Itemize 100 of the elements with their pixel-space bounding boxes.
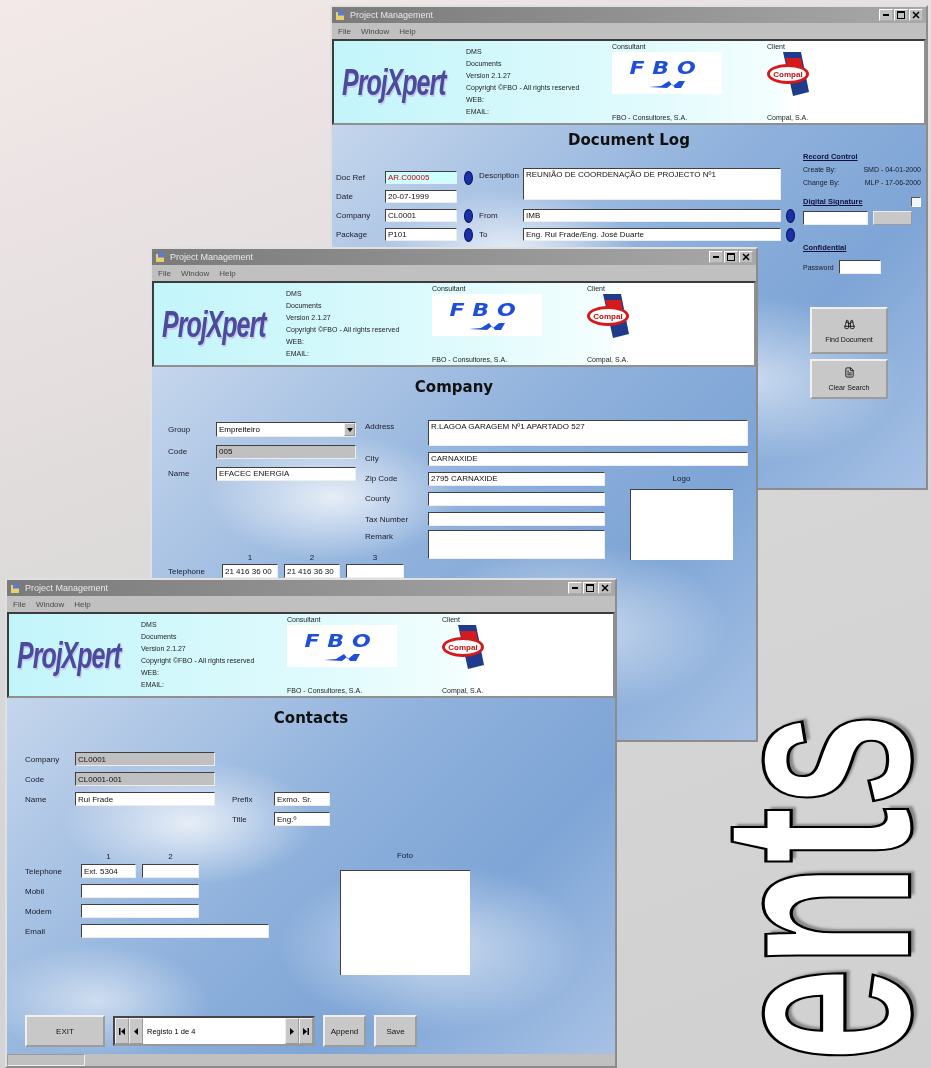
field-label: Date [336,192,353,201]
field-label: Email [25,926,45,936]
dropdown-field[interactable]: Empreiteiro [216,422,356,437]
lookup-button[interactable] [463,227,473,242]
window-title: Project Management [350,10,434,20]
password-field[interactable] [838,260,881,274]
maximize-icon [727,253,735,261]
input-field[interactable]: 21 416 36 30 [284,564,340,578]
input-field[interactable]: P101 [385,228,457,241]
exit-button[interactable]: EXIT [25,1015,105,1047]
lookup-button[interactable] [463,170,473,185]
app-icon [10,582,21,594]
field-label: Mobil [25,886,45,896]
menu-item[interactable]: File [338,26,351,36]
input-field[interactable]: IMB [523,209,781,222]
logo-badge: Compal [587,306,629,326]
close-icon [601,584,609,592]
caret-icon [346,427,353,432]
lookup-button[interactable] [463,208,473,223]
input-field[interactable] [428,512,605,526]
menu-item[interactable]: File [158,268,171,278]
minimize-button[interactable] [709,251,723,263]
menu-item[interactable]: Window [360,26,390,36]
field-label: Company [25,754,60,764]
previous-record-button[interactable] [129,1018,143,1044]
field-label: Foto [397,851,413,860]
close-icon [742,253,750,261]
input-field[interactable]: 20-07-1999 [385,190,457,203]
field-label: Code [168,447,188,456]
column-header: 1 [247,552,253,562]
app-logo: ProjXpert [162,302,266,346]
lookup-button[interactable] [785,227,795,242]
app-icon [335,9,346,21]
next-record-button[interactable] [285,1018,299,1044]
field-label: Address [365,422,395,431]
input-field[interactable] [81,904,199,918]
logo-badge: Compal [767,64,809,84]
field-label: Tax Number [365,514,409,524]
input-field[interactable]: AR.C00005 [385,171,457,184]
action-button[interactable]: Append [323,1015,366,1047]
input-field[interactable]: 2795 CARNAXIDE [428,471,605,486]
input-field[interactable]: Rui Frade [75,792,215,806]
field-label: Description [479,171,519,180]
input-field[interactable] [81,884,199,898]
field-label: Modem [25,906,52,916]
close-button[interactable] [909,9,923,21]
menu-item[interactable]: Window [35,599,65,609]
menu-item[interactable]: File [13,599,26,609]
input-field[interactable]: EFACEC ENERGIA [216,466,356,481]
input-field[interactable] [81,924,269,938]
minimize-icon [883,14,889,16]
action-button[interactable]: Save [374,1015,417,1047]
lookup-button[interactable] [785,208,795,223]
maximize-button[interactable] [894,9,908,21]
field-label: Logo [672,474,691,483]
field-label: Package [336,230,368,239]
input-field[interactable] [142,864,199,878]
input-field[interactable]: Exmo. Sr. [274,792,330,806]
input-field[interactable]: CARNAXIDE [428,451,748,466]
minimize-button[interactable] [879,9,893,21]
maximize-icon [897,11,905,19]
menu-item[interactable]: Help [219,268,236,278]
column-header: 1 [106,851,111,861]
last-icon [303,1027,309,1035]
first-record-button[interactable] [115,1018,129,1044]
window-title: Project Management [170,252,254,262]
close-button[interactable] [739,251,753,263]
input-field[interactable]: Eng.º [274,812,330,826]
close-button[interactable] [598,582,612,594]
close-icon [912,11,920,19]
input-field[interactable] [428,491,605,506]
binoculars-icon [843,318,855,330]
input-field[interactable]: Ext. 5304 [81,864,136,878]
input-field[interactable]: CL0001 [385,209,457,222]
text-area[interactable]: REUNIÃO DE COORDENAÇÃO DE PROJECTO Nº1 [523,168,781,200]
minimize-button[interactable] [568,582,582,594]
form-title: Document Log [567,130,691,150]
minimize-icon [713,256,719,258]
window-title: Project Management [25,583,109,593]
text-area[interactable]: R.LAGOA GARAGEM Nº1 APARTADO 527 [428,420,748,446]
menu-item[interactable]: Window [180,268,210,278]
app-icon [155,251,166,263]
field-label: Remark [365,532,393,541]
logo-badge: Compal [442,637,484,657]
maximize-button[interactable] [583,582,597,594]
text-area[interactable] [428,530,605,559]
column-header: 2 [168,851,173,861]
field-label: Zip Code [365,474,398,483]
field-label: Prefix [232,794,253,804]
input-field[interactable] [803,211,868,225]
first-icon [119,1027,125,1035]
input-field[interactable]: 21 416 36 00 [222,564,278,578]
maximize-button[interactable] [724,251,738,263]
menu-item[interactable]: Help [399,26,416,36]
last-record-button[interactable] [299,1018,313,1044]
field-label: Doc Ref [336,173,365,182]
checkbox[interactable] [911,196,921,207]
menu-item[interactable]: Help [74,599,91,609]
input-field[interactable]: Eng. Rui Frade/Eng. José Duarte [523,228,781,241]
input-field[interactable] [346,564,404,578]
